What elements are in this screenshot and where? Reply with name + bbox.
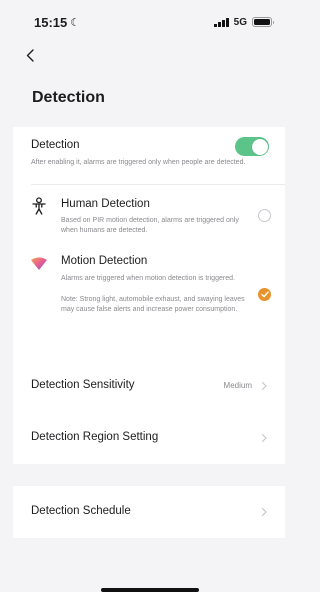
detection-region-label: Detection Region Setting bbox=[31, 431, 159, 443]
detection-settings-card: Detection Sensitivity Medium Detection R… bbox=[13, 360, 285, 464]
chevron-left-icon bbox=[26, 48, 34, 62]
detection-schedule-card: Detection Schedule bbox=[13, 486, 285, 538]
human-detection-radio[interactable] bbox=[258, 209, 271, 222]
moon-icon: ☾ bbox=[70, 16, 81, 29]
battery-icon bbox=[252, 17, 274, 27]
detection-sensitivity-value: Medium bbox=[223, 381, 252, 390]
motion-detection-title: Motion Detection bbox=[61, 255, 148, 267]
chevron-right-icon bbox=[261, 433, 267, 443]
detection-card: Detection After enabling it, alarms are … bbox=[13, 127, 285, 361]
page-title: Detection bbox=[32, 89, 105, 106]
motion-wave-icon bbox=[31, 257, 47, 270]
detection-sensitivity-row[interactable]: Detection Sensitivity Medium bbox=[13, 360, 285, 412]
status-bar: 15:15 ☾ 5G bbox=[0, 0, 294, 44]
detection-schedule-row[interactable]: Detection Schedule bbox=[13, 486, 285, 538]
back-button[interactable] bbox=[26, 47, 42, 63]
detection-region-row[interactable]: Detection Region Setting bbox=[13, 412, 285, 464]
person-icon bbox=[32, 197, 46, 215]
chevron-right-icon bbox=[261, 507, 267, 517]
human-detection-caption: Based on PIR motion detection, alarms ar… bbox=[61, 217, 239, 234]
motion-detection-caption-2: Note: Strong light, automobile exhaust, … bbox=[61, 296, 245, 313]
toggle-knob bbox=[251, 138, 268, 155]
detection-schedule-label: Detection Schedule bbox=[31, 505, 131, 517]
network-label: 5G bbox=[233, 16, 247, 28]
checkmark-icon bbox=[260, 291, 269, 298]
signal-icon bbox=[214, 17, 229, 27]
detection-label: Detection bbox=[31, 139, 80, 151]
status-right: 5G bbox=[214, 16, 274, 28]
detection-caption: After enabling it, alarms are triggered … bbox=[31, 159, 246, 166]
human-detection-title: Human Detection bbox=[61, 198, 150, 210]
detection-sensitivity-label: Detection Sensitivity bbox=[31, 379, 135, 391]
detection-toggle[interactable] bbox=[235, 137, 269, 156]
motion-detection-radio[interactable] bbox=[258, 288, 271, 301]
divider bbox=[31, 184, 285, 185]
chevron-right-icon bbox=[261, 381, 267, 391]
home-indicator bbox=[101, 588, 199, 592]
status-time-text: 15:15 bbox=[34, 14, 68, 30]
status-time: 15:15 ☾ bbox=[34, 15, 80, 30]
motion-detection-caption-1: Alarms are triggered when motion detecti… bbox=[61, 275, 235, 282]
